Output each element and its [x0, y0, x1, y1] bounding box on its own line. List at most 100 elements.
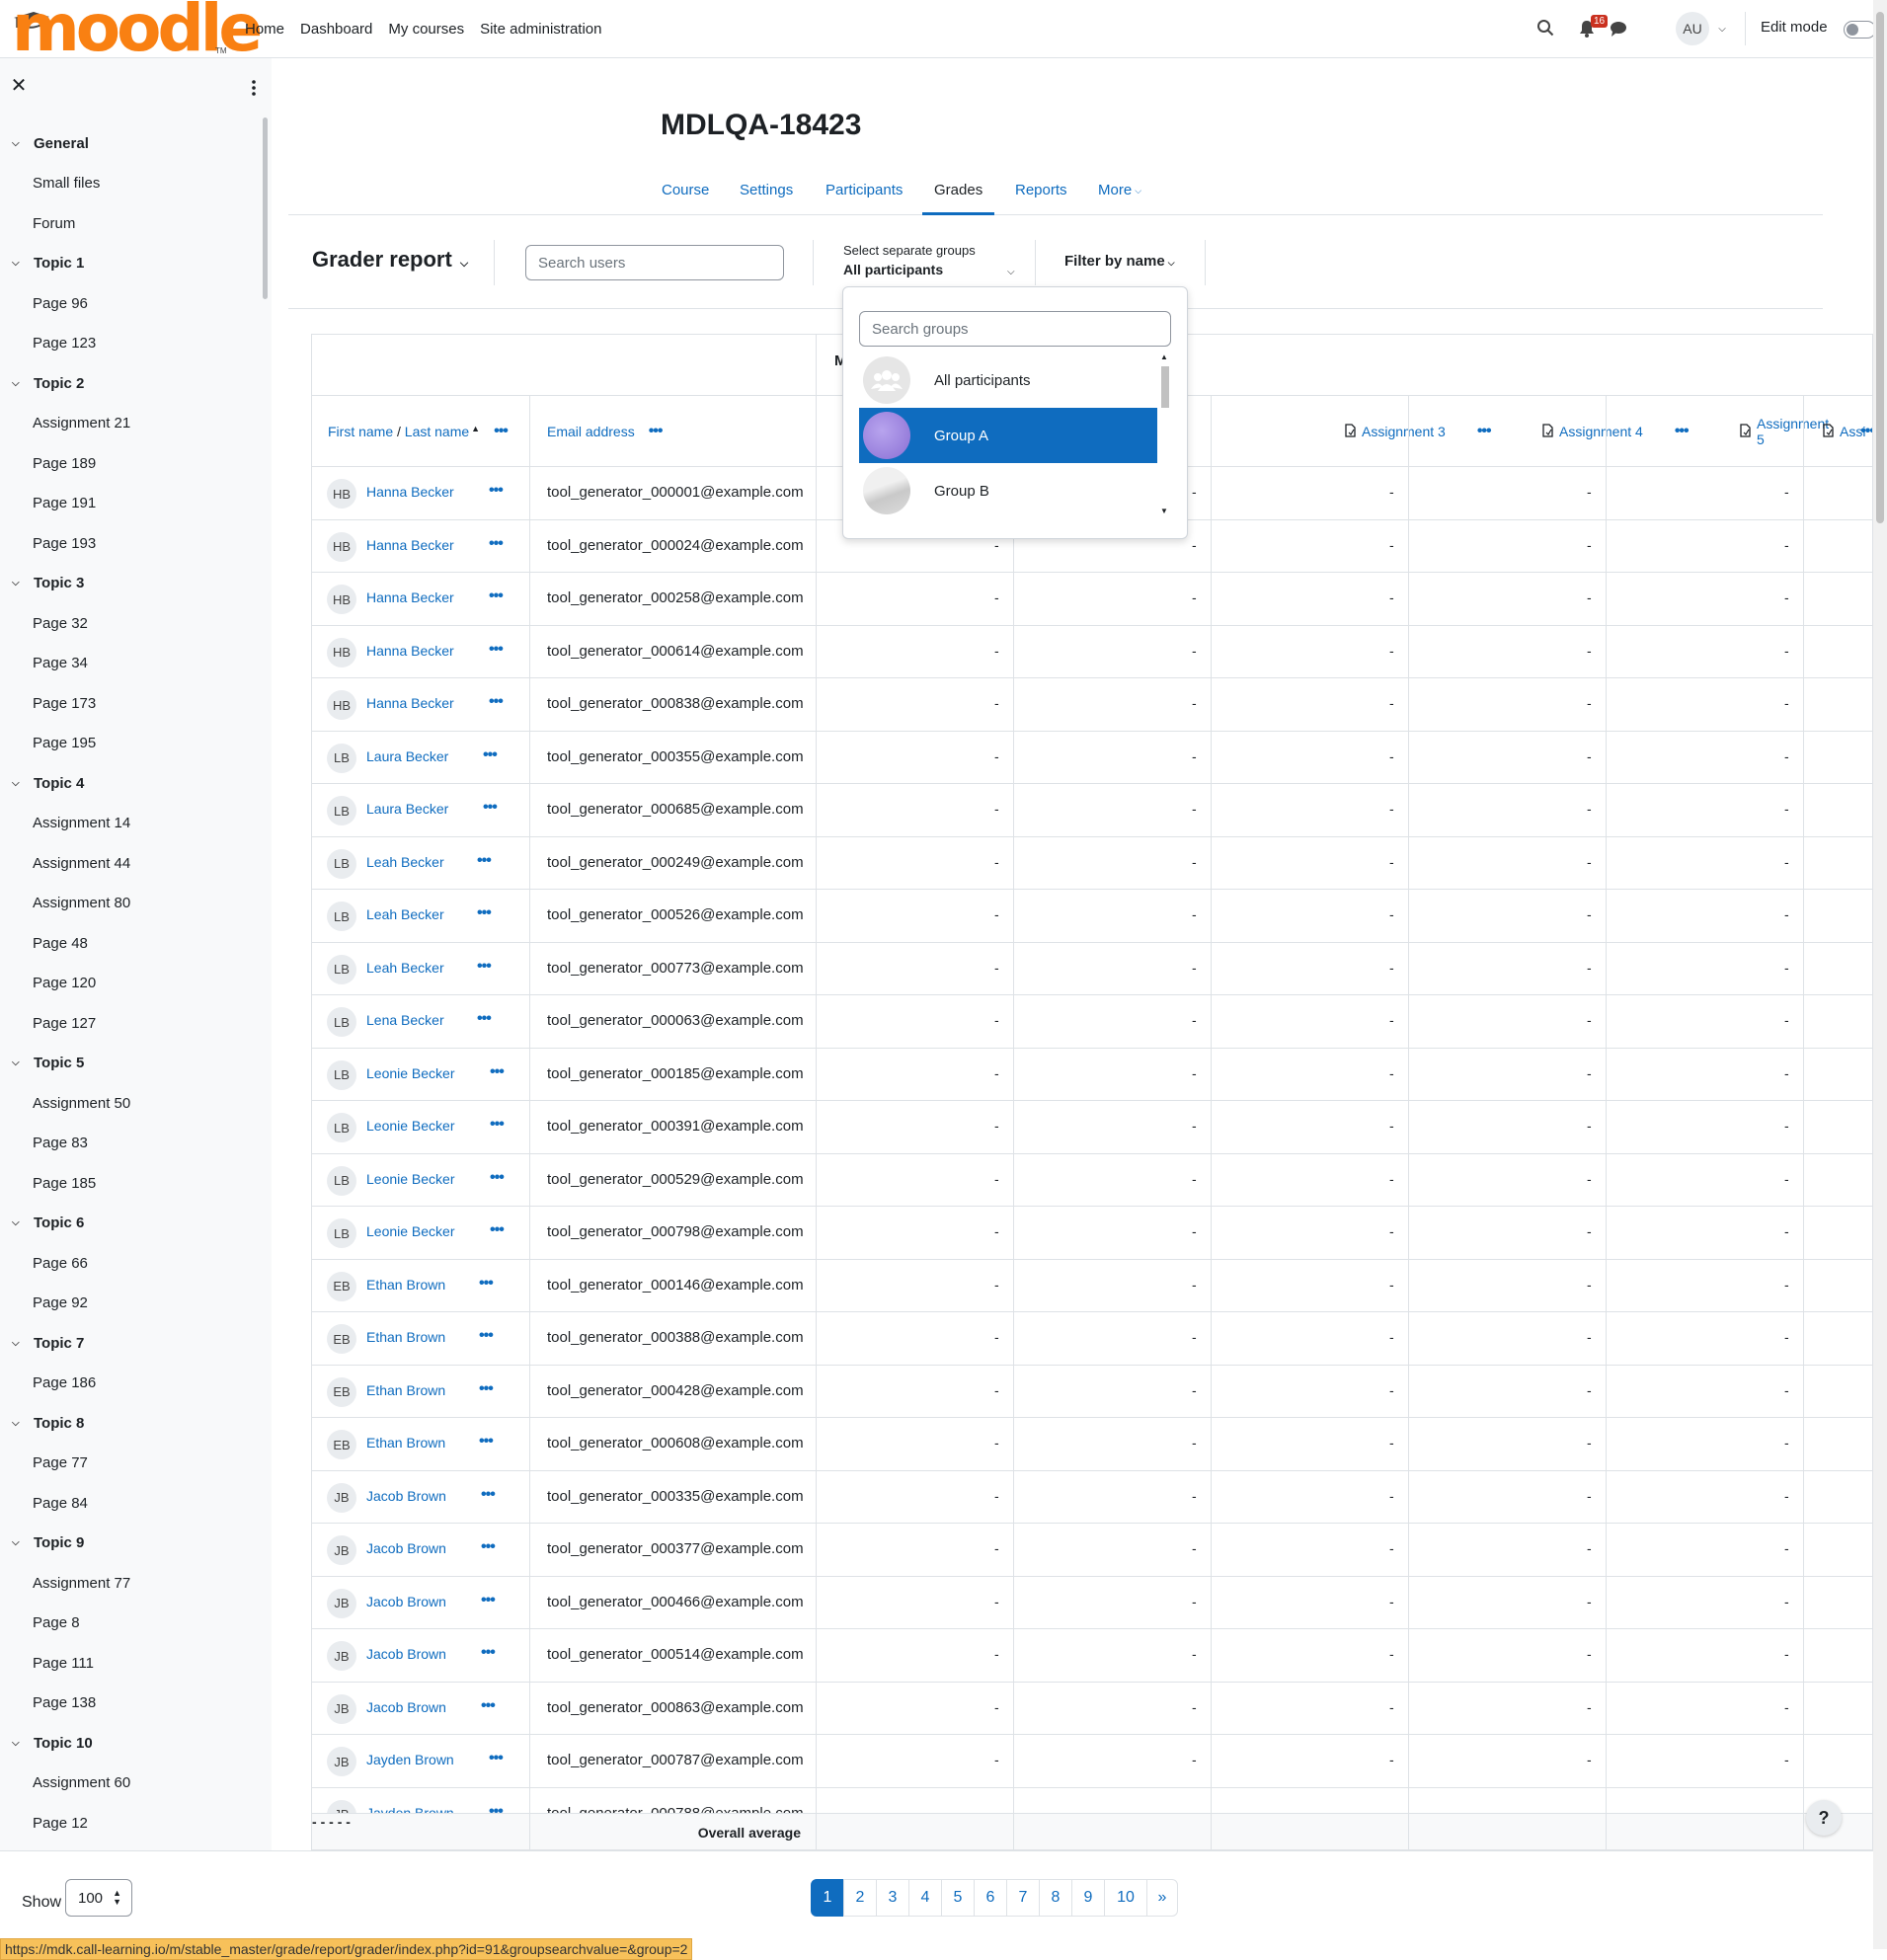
sidebar-item[interactable]: Page 34: [0, 644, 262, 684]
grade-cell[interactable]: -: [1587, 484, 1592, 500]
user-actions-icon[interactable]: •••: [481, 1697, 496, 1715]
sidebar-item[interactable]: Page 195: [0, 724, 262, 764]
grade-cell[interactable]: -: [1389, 960, 1394, 976]
dropdown-scrollbar-thumb[interactable]: [1161, 366, 1169, 408]
assignment-3-actions-icon[interactable]: •••: [1477, 423, 1492, 440]
grade-cell[interactable]: -: [1389, 1277, 1394, 1293]
grade-cell[interactable]: -: [1389, 1594, 1394, 1609]
sidebar-item[interactable]: Page 92: [0, 1284, 262, 1324]
grade-cell[interactable]: -: [1784, 1594, 1789, 1609]
grade-cell[interactable]: -: [1192, 1540, 1197, 1556]
drawer-kebab-menu-icon[interactable]: [251, 80, 257, 96]
grade-cell[interactable]: -: [1587, 1752, 1592, 1767]
grade-cell[interactable]: -: [1192, 484, 1197, 500]
sidebar-item[interactable]: Page 186: [0, 1364, 262, 1404]
collapse-chevron-icon[interactable]: ⌵: [12, 378, 24, 389]
sidebar-item[interactable]: Page 191: [0, 484, 262, 524]
grade-cell[interactable]: -: [994, 1277, 999, 1293]
user-actions-icon[interactable]: •••: [477, 1010, 492, 1028]
collapse-chevron-icon[interactable]: ⌵: [12, 1537, 24, 1548]
grade-cell[interactable]: -: [1192, 537, 1197, 553]
grade-cell[interactable]: -: [1587, 643, 1592, 659]
user-name-link[interactable]: Jacob Brown: [366, 1488, 446, 1504]
nav-site-admin-link[interactable]: Site administration: [480, 21, 601, 38]
grade-cell[interactable]: -: [1192, 854, 1197, 870]
grade-cell[interactable]: -: [1389, 1540, 1394, 1556]
grade-cell[interactable]: -: [1784, 1277, 1789, 1293]
grade-cell[interactable]: -: [1587, 854, 1592, 870]
grade-cell[interactable]: -: [1192, 1329, 1197, 1345]
grade-cell[interactable]: -: [1784, 484, 1789, 500]
page-8-link[interactable]: 8: [1039, 1879, 1072, 1917]
sidebar-item[interactable]: Assignment 80: [0, 884, 262, 924]
grade-cell[interactable]: -: [1389, 1329, 1394, 1345]
grade-cell[interactable]: -: [1587, 695, 1592, 711]
grade-cell[interactable]: -: [1587, 906, 1592, 922]
grade-cell[interactable]: -: [1389, 1488, 1394, 1504]
assignment-6-link[interactable]: Assi: [1840, 424, 1865, 439]
grade-cell[interactable]: -: [1784, 906, 1789, 922]
collapse-chevron-icon[interactable]: ⌵: [12, 778, 24, 789]
collapse-chevron-icon[interactable]: ⌵: [12, 1338, 24, 1349]
messages-chat-icon[interactable]: [1609, 19, 1628, 39]
sidebar-item[interactable]: Page 173: [0, 683, 262, 724]
grade-cell[interactable]: -: [994, 589, 999, 605]
user-actions-icon[interactable]: •••: [489, 535, 504, 553]
user-name-link[interactable]: Jacob Brown: [366, 1594, 446, 1609]
assignment-4-link[interactable]: Assignment 4: [1559, 424, 1643, 439]
grade-cell[interactable]: -: [1192, 1594, 1197, 1609]
notifications-bell-icon[interactable]: 16: [1577, 15, 1609, 39]
grade-cell[interactable]: -: [1784, 801, 1789, 817]
user-actions-icon[interactable]: •••: [479, 1327, 494, 1345]
grade-cell[interactable]: -: [1389, 1382, 1394, 1398]
sort-email-link[interactable]: Email address: [547, 424, 635, 439]
email-column-actions-icon[interactable]: •••: [649, 423, 664, 440]
collapse-chevron-icon[interactable]: ⌵: [12, 1217, 24, 1228]
grade-cell[interactable]: -: [1192, 589, 1197, 605]
grade-cell[interactable]: -: [1192, 960, 1197, 976]
grade-cell[interactable]: -: [1784, 1435, 1789, 1450]
sidebar-item[interactable]: Small files: [0, 164, 262, 204]
grade-cell[interactable]: -: [1389, 748, 1394, 764]
edit-mode-toggle[interactable]: [1844, 21, 1876, 39]
grade-cell[interactable]: -: [994, 1488, 999, 1504]
user-name-link[interactable]: Hanna Becker: [366, 643, 454, 659]
grade-cell[interactable]: -: [1389, 1646, 1394, 1662]
grade-cell[interactable]: -: [1192, 1646, 1197, 1662]
grade-cell[interactable]: -: [1784, 537, 1789, 553]
grade-cell[interactable]: -: [1587, 960, 1592, 976]
grade-cell[interactable]: -: [1587, 1171, 1592, 1187]
sidebar-item[interactable]: Assignment 14: [0, 804, 262, 844]
grade-cell[interactable]: -: [1192, 906, 1197, 922]
tab-reports[interactable]: Reports: [1015, 174, 1067, 215]
sidebar-section[interactable]: ⌵ Topic 1: [0, 244, 262, 284]
user-actions-icon[interactable]: •••: [483, 746, 498, 764]
user-actions-icon[interactable]: •••: [479, 1433, 494, 1450]
grade-cell[interactable]: -: [1587, 748, 1592, 764]
grade-cell[interactable]: -: [1784, 748, 1789, 764]
grade-cell[interactable]: -: [1192, 1699, 1197, 1715]
grade-cell[interactable]: -: [1389, 537, 1394, 553]
grade-cell[interactable]: -: [1784, 1646, 1789, 1662]
sidebar-section[interactable]: ⌵ Topic 7: [0, 1323, 262, 1364]
collapse-chevron-icon[interactable]: ⌵: [12, 258, 24, 269]
collapse-chevron-icon[interactable]: ⌵: [12, 1058, 24, 1068]
grade-cell[interactable]: -: [1192, 1488, 1197, 1504]
nav-my-courses-link[interactable]: My courses: [388, 21, 464, 38]
group-option-group-a[interactable]: Group A: [859, 408, 1157, 463]
user-name-link[interactable]: Leah Becker: [366, 854, 444, 870]
sidebar-section[interactable]: ⌵ General: [0, 123, 262, 164]
grade-cell[interactable]: -: [1389, 643, 1394, 659]
page-7-link[interactable]: 7: [1006, 1879, 1040, 1917]
group-option-all-participants[interactable]: All participants: [859, 353, 1157, 408]
sidebar-section[interactable]: ⌵ Topic 8: [0, 1403, 262, 1444]
grade-cell[interactable]: -: [1192, 801, 1197, 817]
user-actions-icon[interactable]: •••: [489, 482, 504, 500]
grade-cell[interactable]: -: [1784, 589, 1789, 605]
grade-cell[interactable]: -: [1784, 1752, 1789, 1767]
nav-home-link[interactable]: Home: [245, 21, 284, 38]
sidebar-item[interactable]: Page 48: [0, 923, 262, 964]
grade-cell[interactable]: -: [994, 1012, 999, 1028]
user-name-link[interactable]: Hanna Becker: [366, 695, 454, 711]
page-2-link[interactable]: 2: [843, 1879, 877, 1917]
